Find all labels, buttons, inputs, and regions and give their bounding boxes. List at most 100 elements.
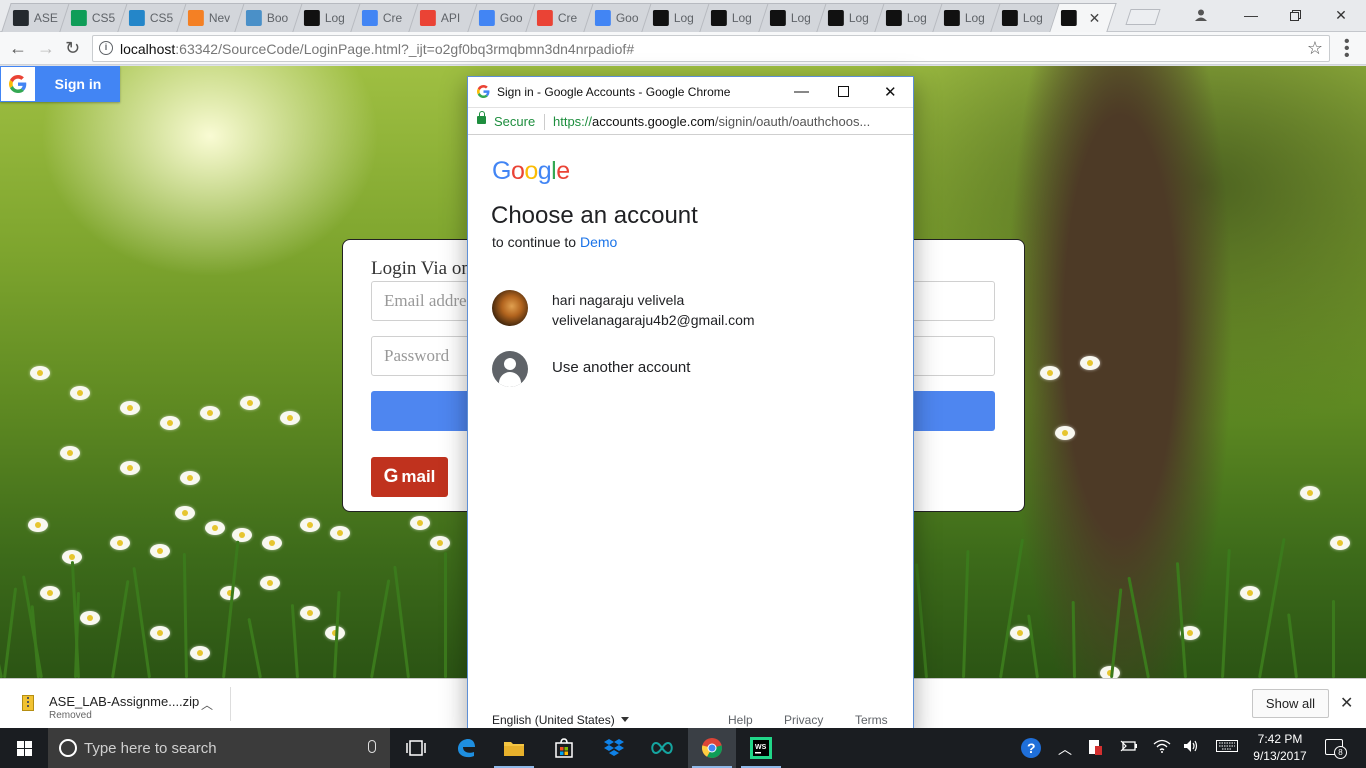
flower-decoration: [150, 544, 170, 558]
site-info-icon[interactable]: i: [99, 41, 113, 55]
tab-label: Cre: [557, 11, 577, 25]
flower-decoration: [1330, 536, 1350, 550]
back-arrow-icon[interactable]: ←: [9, 38, 27, 58]
tab-label: ASE: [33, 11, 58, 25]
password-placeholder: Password: [384, 346, 450, 365]
file-explorer-icon[interactable]: [490, 728, 538, 768]
chrome-icon[interactable]: [688, 728, 736, 768]
bookmark-star-icon[interactable]: ☆: [1307, 38, 1323, 59]
tab-label: Log: [848, 11, 869, 25]
flower-decoration: [150, 626, 170, 640]
address-url[interactable]: localhost:63342/SourceCode/LoginPage.htm…: [120, 41, 634, 57]
flower-decoration: [240, 396, 260, 410]
tab-content: API: [420, 10, 461, 26]
tab-content: Nev: [187, 10, 230, 26]
use-another-account-option[interactable]: [468, 341, 913, 397]
grass-decoration: [1221, 549, 1231, 678]
store-icon[interactable]: [540, 728, 588, 768]
flower-decoration: [30, 366, 50, 380]
volume-icon[interactable]: [1183, 739, 1199, 756]
grass-decoration: [290, 604, 299, 678]
close-tab-icon[interactable]: ✕: [1089, 10, 1101, 27]
tab-content: Log: [653, 10, 694, 26]
grass-decoration: [914, 563, 928, 678]
popup-close-button[interactable]: ✕: [884, 83, 897, 101]
chrome-dev-icon: [478, 10, 495, 26]
profile-icon[interactable]: [1178, 4, 1224, 26]
popup-titlebar[interactable]: Sign in - Google Accounts - Google Chrom…: [468, 77, 913, 107]
download-file-name[interactable]: ASE_LAB-Assignme....zip: [49, 694, 199, 709]
tab-label: Log: [674, 11, 695, 25]
tray-app-icon[interactable]: [1088, 739, 1102, 758]
divider: [230, 687, 231, 721]
google-signin-label: Sign in: [54, 76, 102, 92]
account-option-hari[interactable]: [468, 282, 913, 338]
new-tab-button[interactable]: [1125, 9, 1161, 25]
active-browser-tab[interactable]: ✕: [1048, 3, 1117, 32]
minimize-window-button[interactable]: —: [1228, 4, 1274, 26]
task-view-icon[interactable]: [392, 728, 440, 768]
browser-tab-strip: ASE CS5 CS5 Nev Boo Log Cre API Goo Cre Goo Log Log L…: [0, 0, 1366, 32]
keyboard-icon[interactable]: [1216, 739, 1238, 755]
show-all-downloads-button[interactable]: Show all: [1252, 689, 1329, 718]
battery-icon[interactable]: [1120, 739, 1138, 756]
app-name-link[interactable]: Demo: [580, 234, 617, 250]
google-signin-button[interactable]: Sign in: [0, 66, 120, 102]
close-download-bar-icon[interactable]: ✕: [1340, 693, 1353, 713]
dropbox-icon[interactable]: [590, 728, 638, 768]
start-button[interactable]: [0, 728, 48, 768]
address-bar[interactable]: i localhost:63342/SourceCode/LoginPage.h…: [92, 35, 1330, 62]
url-path: :63342/SourceCode/LoginPage.html?_ijt=o2…: [175, 41, 635, 57]
grass-decoration: [3, 587, 18, 678]
wifi-icon[interactable]: [1153, 739, 1171, 756]
flower-decoration: [410, 516, 430, 530]
tab-label: API: [441, 11, 461, 25]
taskbar-clock[interactable]: 7:42 PM 9/13/2017: [1244, 731, 1316, 765]
forward-arrow-icon[interactable]: →: [37, 38, 55, 58]
privacy-link[interactable]: Privacy: [784, 713, 823, 727]
windows-taskbar: Type here to search WS ? ︿ 7:42 PM 9/13/…: [0, 728, 1366, 768]
webstorm-icon[interactable]: WS: [737, 728, 785, 768]
action-center-icon[interactable]: 8: [1325, 739, 1347, 759]
continue-prefix: to continue to: [492, 234, 577, 250]
chevron-up-icon[interactable]: ︿: [1058, 739, 1072, 759]
google-logo-letter: o: [510, 157, 525, 185]
grass-decoration: [1127, 576, 1150, 678]
flower-decoration: [300, 518, 320, 532]
google-logo-letter: e: [556, 157, 570, 185]
google-favicon-icon: [477, 85, 490, 103]
reload-icon[interactable]: ↻: [65, 38, 80, 58]
popup-address-bar[interactable]: Secure https://accounts.google.com/signi…: [468, 107, 913, 135]
help-icon[interactable]: ?: [1020, 737, 1042, 762]
flower-decoration: [60, 446, 80, 460]
popup-maximize-button[interactable]: [838, 84, 849, 101]
language-select[interactable]: English (United States): [492, 713, 615, 727]
popup-url: https://accounts.google.com/signin/oauth…: [553, 114, 908, 129]
url-domain: accounts.google.com: [592, 114, 715, 129]
edge-icon[interactable]: [442, 728, 490, 768]
help-link[interactable]: Help: [728, 713, 753, 727]
caret-down-icon[interactable]: [621, 717, 629, 722]
arduino-icon[interactable]: [638, 728, 686, 768]
url-host: localhost: [120, 41, 176, 57]
chrome-menu-icon[interactable]: • • •: [1344, 34, 1349, 64]
taskbar-search-box[interactable]: Type here to search: [48, 728, 390, 768]
grass-decoration: [1287, 613, 1298, 678]
divider: [544, 114, 545, 130]
gmail-login-button[interactable]: Gmail: [371, 457, 448, 497]
flower-decoration: [70, 386, 90, 400]
microphone-icon[interactable]: [368, 740, 376, 753]
tab-content: CS5: [129, 10, 174, 26]
webstorm-icon: [1060, 10, 1077, 26]
grass-decoration: [1332, 600, 1335, 678]
grass-decoration: [182, 552, 188, 678]
grass-decoration: [222, 540, 240, 678]
download-status: Removed: [49, 710, 92, 721]
popup-minimize-button[interactable]: —: [794, 83, 809, 100]
gmail-g-icon: G: [383, 466, 399, 487]
close-window-button[interactable]: ✕: [1318, 4, 1364, 26]
terms-link[interactable]: Terms: [855, 713, 888, 727]
restore-window-button[interactable]: [1272, 4, 1318, 26]
chevron-up-icon[interactable]: ︿: [201, 696, 213, 713]
grass-decoration: [1175, 562, 1187, 678]
